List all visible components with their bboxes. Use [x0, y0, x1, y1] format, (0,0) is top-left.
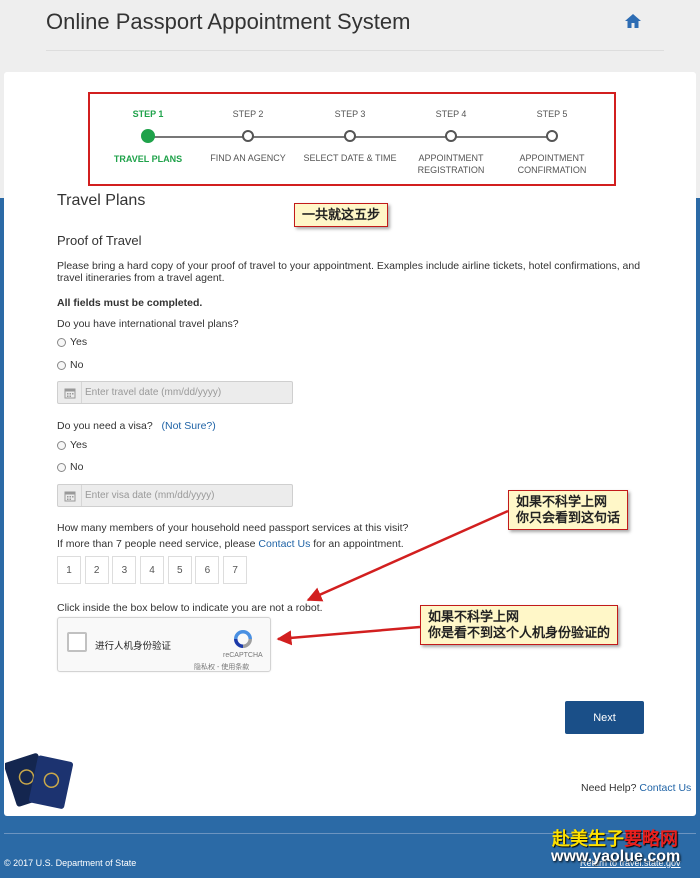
footer-contact-us-link[interactable]: Contact Us: [639, 782, 691, 794]
watermark-text-b: 要略网: [624, 829, 678, 849]
copyright: © 2017 U.S. Department of State: [4, 858, 137, 868]
need-help-text: Need Help?: [581, 782, 637, 794]
passport-image: [5, 753, 74, 809]
watermark-text-a: 赴美生子: [552, 829, 624, 849]
annotation-arrows: [276, 509, 509, 646]
arrow-to-captcha: [276, 625, 421, 646]
watermark-line-2: www.yaolue.com: [551, 848, 681, 865]
need-help: Need Help? Contact Us: [581, 782, 691, 794]
arrow-to-robot-prompt: [306, 509, 509, 602]
